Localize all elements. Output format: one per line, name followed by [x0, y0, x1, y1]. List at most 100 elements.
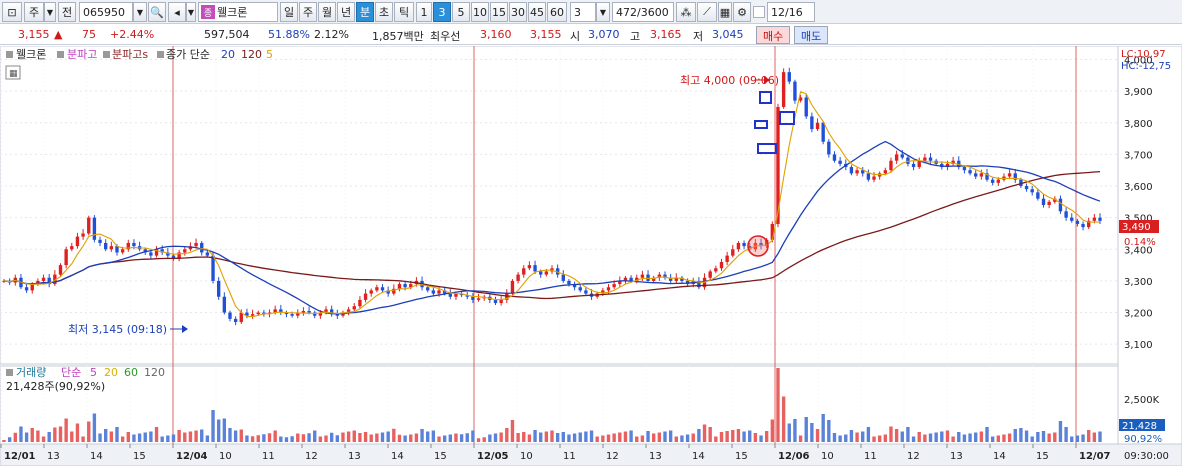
stock-name-field[interactable]: 종 웰크론 — [198, 2, 278, 22]
volume-bar — [459, 434, 464, 442]
period-button-year[interactable]: 년 — [337, 2, 355, 22]
candle-body — [431, 290, 436, 294]
candle-body — [380, 287, 385, 291]
minute-button-1[interactable]: 1 — [416, 2, 432, 22]
volume-bar — [798, 435, 803, 442]
candle-body — [522, 268, 526, 275]
candle-body — [70, 246, 74, 250]
candle-body — [640, 274, 645, 278]
volume-bar — [194, 430, 198, 442]
date-input[interactable]: 12/16 — [767, 2, 815, 22]
date-checkbox[interactable] — [753, 6, 765, 18]
stock-code-input[interactable]: 065950 — [79, 2, 133, 22]
time-axis-end: 09:30:00 — [1124, 451, 1169, 462]
legend-stock: 웰크론 — [16, 48, 46, 61]
candle-body — [719, 261, 724, 269]
minute-button-3[interactable]: 3 — [433, 2, 451, 22]
candle-body — [894, 154, 899, 161]
time-axis-label: 13 — [47, 451, 60, 462]
speaker-dropdown-icon[interactable]: ▼ — [186, 2, 196, 22]
price-chart[interactable]: 웰크론 분파고 분파고s 종가 단순 20 120 5 ▦ 최고 4,000 (… — [0, 45, 1182, 466]
volume-bar — [245, 435, 249, 442]
candle-icon[interactable]: ⁂ — [676, 2, 696, 22]
volume-bar — [392, 428, 396, 442]
legend-item-0: 분파고 — [67, 48, 97, 61]
volume-bar — [369, 434, 373, 442]
volume-bar — [1087, 430, 1091, 442]
volume-bar — [36, 430, 40, 442]
volume-bar — [1081, 434, 1085, 442]
gear-icon[interactable]: ⚙ — [733, 2, 751, 22]
volume-bar — [205, 435, 210, 442]
period-type-button[interactable]: 주 — [24, 2, 44, 22]
volume-bar — [550, 430, 554, 442]
chart-area[interactable]: 웰크론 분파고 분파고s 종가 단순 20 120 5 ▦ 최고 4,000 (… — [0, 45, 1182, 466]
volume-bar — [352, 430, 356, 442]
period-button-day[interactable]: 일 — [280, 2, 298, 22]
count-field[interactable]: 472/3600 — [612, 2, 674, 22]
volume-bar — [414, 433, 419, 442]
minute-button-10[interactable]: 10 — [471, 2, 489, 22]
minute-button-45[interactable]: 45 — [528, 2, 546, 22]
panel-grid-icon[interactable]: ▦ — [9, 69, 18, 79]
volume-bar — [301, 434, 306, 442]
speaker-icon[interactable]: ◂ — [168, 2, 186, 22]
volume-bar — [19, 426, 23, 442]
stock-code-dropdown-icon[interactable]: ▼ — [133, 2, 147, 22]
volume-bar — [810, 423, 814, 442]
period-button-minute[interactable]: 분 — [356, 2, 374, 22]
minute-select[interactable]: 3 — [570, 2, 596, 22]
sell-button[interactable]: 매도 — [794, 26, 829, 44]
minute-button-30[interactable]: 30 — [509, 2, 527, 22]
volume-bar — [1058, 421, 1063, 442]
candle-body — [889, 160, 893, 171]
volume-bar — [420, 429, 424, 442]
volume-bar — [24, 432, 29, 442]
volume-bar — [539, 432, 543, 442]
volume-bar — [832, 433, 837, 442]
candle-body — [1075, 220, 1080, 224]
candle-body — [98, 239, 102, 243]
grid-icon[interactable]: ▦ — [718, 2, 732, 22]
volume-bar — [889, 426, 893, 442]
candle-body — [708, 271, 712, 278]
volume-bar — [493, 433, 498, 442]
volume-current: 21,428주(90,92%) — [6, 380, 105, 393]
minute-select-dropdown-icon[interactable]: ▼ — [596, 2, 610, 22]
volume-bar — [974, 432, 978, 442]
volume-bar — [827, 420, 831, 442]
candle-body — [120, 249, 125, 253]
candle-body — [578, 287, 582, 291]
search-icon[interactable]: 🔍 — [148, 2, 166, 22]
minute-button-5[interactable]: 5 — [452, 2, 470, 22]
layout-icon[interactable]: ⊡ — [2, 2, 22, 22]
candle-body — [1047, 201, 1051, 205]
volume-bar — [646, 431, 650, 442]
volume-bar — [657, 432, 662, 442]
volume-bar — [505, 428, 509, 442]
time-axis-label: 14 — [90, 451, 103, 462]
minute-button-15[interactable]: 15 — [490, 2, 508, 22]
minute-button-60[interactable]: 60 — [547, 2, 567, 22]
volume-bar — [962, 434, 967, 442]
draw-tool-icon[interactable]: ⟋ — [697, 2, 717, 22]
period-button-tick[interactable]: 틱 — [394, 2, 414, 22]
volume-bar — [267, 433, 272, 442]
candle-body — [923, 157, 927, 161]
volume-bar — [894, 429, 899, 442]
candle-body — [815, 122, 820, 130]
volume-bar — [41, 436, 46, 442]
volume-bar — [522, 432, 526, 442]
price-axis-tick: 3,800 — [1124, 119, 1153, 130]
time-axis-label: 12/06 — [778, 451, 810, 462]
period-button-second[interactable]: 초 — [375, 2, 393, 22]
volume-bar — [714, 436, 718, 442]
period-button-month[interactable]: 월 — [318, 2, 336, 22]
prev-button[interactable]: 전 — [58, 2, 76, 22]
period-dropdown-icon[interactable]: ▼ — [44, 2, 56, 22]
buy-button[interactable]: 매수 — [756, 26, 791, 44]
volume-bar — [849, 430, 854, 442]
candle-body — [307, 310, 311, 313]
volume-bar — [1019, 428, 1023, 442]
period-button-week[interactable]: 주 — [299, 2, 317, 22]
